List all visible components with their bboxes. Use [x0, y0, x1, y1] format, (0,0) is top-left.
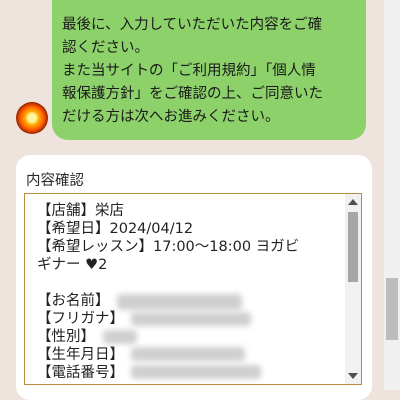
message-line: 最後に、入力していただいた内容をご確: [62, 17, 323, 33]
textarea-scroll-thumb[interactable]: [348, 212, 358, 282]
message-bubble: 最後に、入力していただいた内容をご確 認ください。 また当サイトの「ご利用規約」…: [52, 0, 366, 140]
chat-area: 最後に、入力していただいた内容をご確 認ください。 また当サイトの「ご利用規約」…: [0, 0, 400, 400]
confirmation-textarea[interactable]: 【店舗】栄店 【希望日】2024/04/12 【希望レッスン】17:00〜18:…: [24, 193, 362, 385]
redacted-furigana: [131, 312, 251, 326]
confirm-line-blank: [37, 274, 342, 292]
redacted-name: [117, 294, 242, 310]
message-line: 報保護方針」をご確認の上、ご同意いた: [62, 86, 323, 102]
card-title: 内容確認: [26, 173, 84, 189]
redacted-birthdate: [131, 347, 245, 361]
page-scroll-thumb[interactable]: [386, 278, 398, 340]
textarea-scrollbar[interactable]: [345, 194, 361, 384]
scroll-down-arrow-icon[interactable]: [348, 373, 358, 379]
redacted-phone: [131, 365, 261, 379]
bot-avatar: [16, 102, 48, 134]
scroll-up-arrow-icon[interactable]: [348, 199, 358, 205]
page-scrollbar[interactable]: [384, 0, 400, 390]
message-line: また当サイトの「ご利用規約」「個人情: [62, 63, 316, 79]
confirm-line-date: 【希望日】2024/04/12: [37, 221, 194, 237]
confirm-line-lesson: 【希望レッスン】17:00〜18:00 ヨガビ: [37, 239, 300, 255]
message-line: 認ください。: [62, 40, 149, 56]
redacted-gender: [103, 330, 137, 344]
message-line: だける方は次へお進みください。: [62, 109, 280, 125]
confirmation-card: 内容確認 【店舗】栄店 【希望日】2024/04/12 【希望レッスン】17:0…: [16, 155, 372, 400]
confirm-line-store: 【店舗】栄店: [37, 203, 124, 219]
confirm-line-gender: 【性別】: [37, 329, 95, 345]
confirm-line-lesson-cont: ギナー ♥2: [37, 257, 108, 273]
